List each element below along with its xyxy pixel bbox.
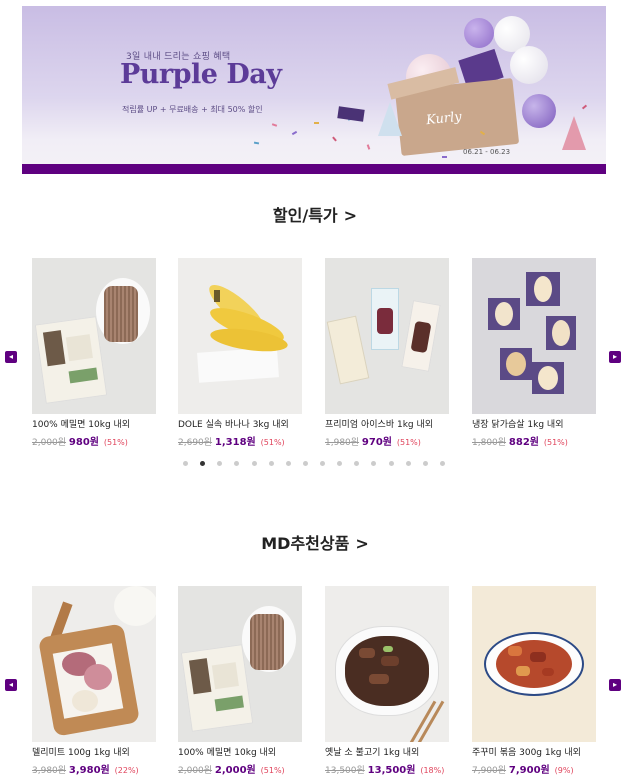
original-price: 13,500원: [325, 766, 365, 776]
pager-dot[interactable]: [405, 461, 411, 466]
product-price: 2,000원 2,000원 (51%): [178, 761, 302, 776]
pager-dot[interactable]: [320, 461, 325, 466]
pager-dot[interactable]: [200, 461, 206, 466]
banner-bar: [22, 164, 606, 174]
product-name: 델리미트 100g 1kg 내외: [32, 748, 130, 758]
product-image[interactable]: [178, 586, 302, 742]
product-name: 냉장 닭가슴살 1kg 내외: [472, 420, 564, 430]
pager-dot[interactable]: [354, 461, 360, 466]
product-name: 100% 메밀면 10kg 내외: [178, 748, 277, 758]
product-card[interactable]: 냉장 닭가슴살 1kg 내외 1,800원 882원 (51%): [472, 258, 596, 448]
product-image[interactable]: [32, 586, 156, 742]
balloon-icon: [464, 18, 494, 48]
product-name: 주꾸미 볶음 300g 1kg 내외: [472, 748, 581, 758]
product-name: DOLE 실속 바나나 3kg 내외: [178, 420, 289, 430]
balloon-icon: [522, 94, 556, 128]
product-price: 1,800원 882원 (51%): [472, 433, 596, 448]
box-logo: Kurly: [425, 109, 463, 129]
sale-price: 13,500원: [367, 765, 416, 776]
sale-price: 980원: [68, 437, 99, 448]
sale-price: 7,900원: [508, 765, 550, 776]
product-card[interactable]: 옛날 소 불고기 1kg 내외 13,500원 13,500원 (18%): [325, 586, 449, 776]
product-price: 3,980원 3,980원 (22%): [32, 761, 156, 776]
discount-rate: (51%): [103, 438, 128, 447]
original-price: 2,690원: [178, 438, 213, 448]
carousel-pager: [183, 461, 445, 467]
pager-dot[interactable]: [217, 461, 223, 466]
product-name: 100% 메밀면 10kg 내외: [32, 420, 131, 430]
carousel-prev-button[interactable]: ◂: [5, 679, 17, 691]
product-image[interactable]: [178, 258, 302, 414]
promo-banner[interactable]: 3일 내내 드리는 쇼핑 혜택 Purple Day 적립률 UP + 무료배송…: [22, 6, 606, 174]
carousel-prev-button[interactable]: ◂: [5, 351, 17, 363]
sale-price: 970원: [361, 437, 392, 448]
discount-rate: (51%): [396, 438, 421, 447]
carousel-next-button[interactable]: ▸: [609, 679, 621, 691]
product-name: 프리미엄 아이스바 1kg 내외: [325, 420, 434, 430]
product-price: 2,690원 1,318원 (51%): [178, 433, 302, 448]
product-image[interactable]: [472, 258, 596, 414]
pager-dot[interactable]: [183, 461, 188, 466]
discount-rate: (51%): [260, 438, 285, 447]
sale-price: 1,318원: [214, 437, 256, 448]
chevron-left-icon: ◂: [8, 352, 13, 361]
banner-date: 06.21 - 06.23: [463, 148, 511, 156]
product-price: 13,500원 13,500원 (18%): [325, 761, 449, 776]
product-card[interactable]: 100% 메밀면 10kg 내외 2,000원 2,000원 (51%): [178, 586, 302, 776]
chevron-right-icon: ▸: [612, 352, 617, 361]
pager-dot[interactable]: [337, 461, 343, 466]
product-image[interactable]: [32, 258, 156, 414]
discount-rate: (51%): [543, 438, 568, 447]
balloon-icon: [510, 46, 548, 84]
pager-dot[interactable]: [439, 461, 445, 466]
banner-title: Purple Day: [120, 59, 282, 90]
sale-price: 3,980원: [68, 765, 110, 776]
carousel-next-button[interactable]: ▸: [609, 351, 621, 363]
discount-rate: (22%): [114, 766, 139, 775]
product-card[interactable]: 주꾸미 볶음 300g 1kg 내외 7,900원 7,900원 (9%): [472, 586, 596, 776]
product-image[interactable]: [472, 586, 596, 742]
product-price: 1,980원 970원 (51%): [325, 433, 449, 448]
pager-dot[interactable]: [268, 461, 274, 466]
pager-dot[interactable]: [388, 461, 394, 466]
discount-rate: (9%): [554, 766, 574, 775]
pager-dot[interactable]: [251, 461, 257, 466]
product-card[interactable]: 100% 메밀면 10kg 내외 2,000원 980원 (51%): [32, 258, 156, 448]
banner-tagline: 적립률 UP + 무료배송 + 최대 50% 할인: [122, 105, 263, 114]
section-title-md-pick[interactable]: MD추천상품 >: [0, 530, 630, 554]
pager-dot[interactable]: [302, 461, 308, 466]
original-price: 1,980원: [325, 438, 360, 448]
sale-price: 2,000원: [214, 765, 256, 776]
sale-price: 882원: [508, 437, 539, 448]
original-price: 2,000원: [178, 766, 213, 776]
product-card[interactable]: 델리미트 100g 1kg 내외 3,980원 3,980원 (22%): [32, 586, 156, 776]
original-price: 1,800원: [472, 438, 507, 448]
pager-dot[interactable]: [234, 461, 240, 466]
pager-dot[interactable]: [371, 461, 377, 466]
product-card[interactable]: 프리미엄 아이스바 1kg 내외 1,980원 970원 (51%): [325, 258, 449, 448]
section-title-sale[interactable]: 할인/특가 >: [0, 202, 630, 226]
chevron-right-icon: ▸: [612, 680, 617, 689]
original-price: 7,900원: [472, 766, 507, 776]
product-card[interactable]: DOLE 실속 바나나 3kg 내외 2,690원 1,318원 (51%): [178, 258, 302, 448]
product-image[interactable]: [325, 258, 449, 414]
discount-rate: (51%): [260, 766, 285, 775]
original-price: 2,000원: [32, 438, 67, 448]
discount-rate: (18%): [420, 766, 445, 775]
product-price: 7,900원 7,900원 (9%): [472, 761, 596, 776]
party-hat-icon: [562, 116, 586, 150]
product-image[interactable]: [325, 586, 449, 742]
product-price: 2,000원 980원 (51%): [32, 433, 156, 448]
original-price: 3,980원: [32, 766, 67, 776]
party-hat-icon: [378, 102, 402, 136]
pager-dot[interactable]: [422, 461, 428, 466]
pager-dot[interactable]: [285, 461, 291, 466]
product-name: 옛날 소 불고기 1kg 내외: [325, 748, 420, 758]
gift-box-icon: Kurly: [387, 67, 520, 156]
chevron-left-icon: ◂: [8, 680, 13, 689]
chevron-right-icon: >: [343, 206, 358, 225]
chevron-right-icon: >: [355, 534, 369, 553]
